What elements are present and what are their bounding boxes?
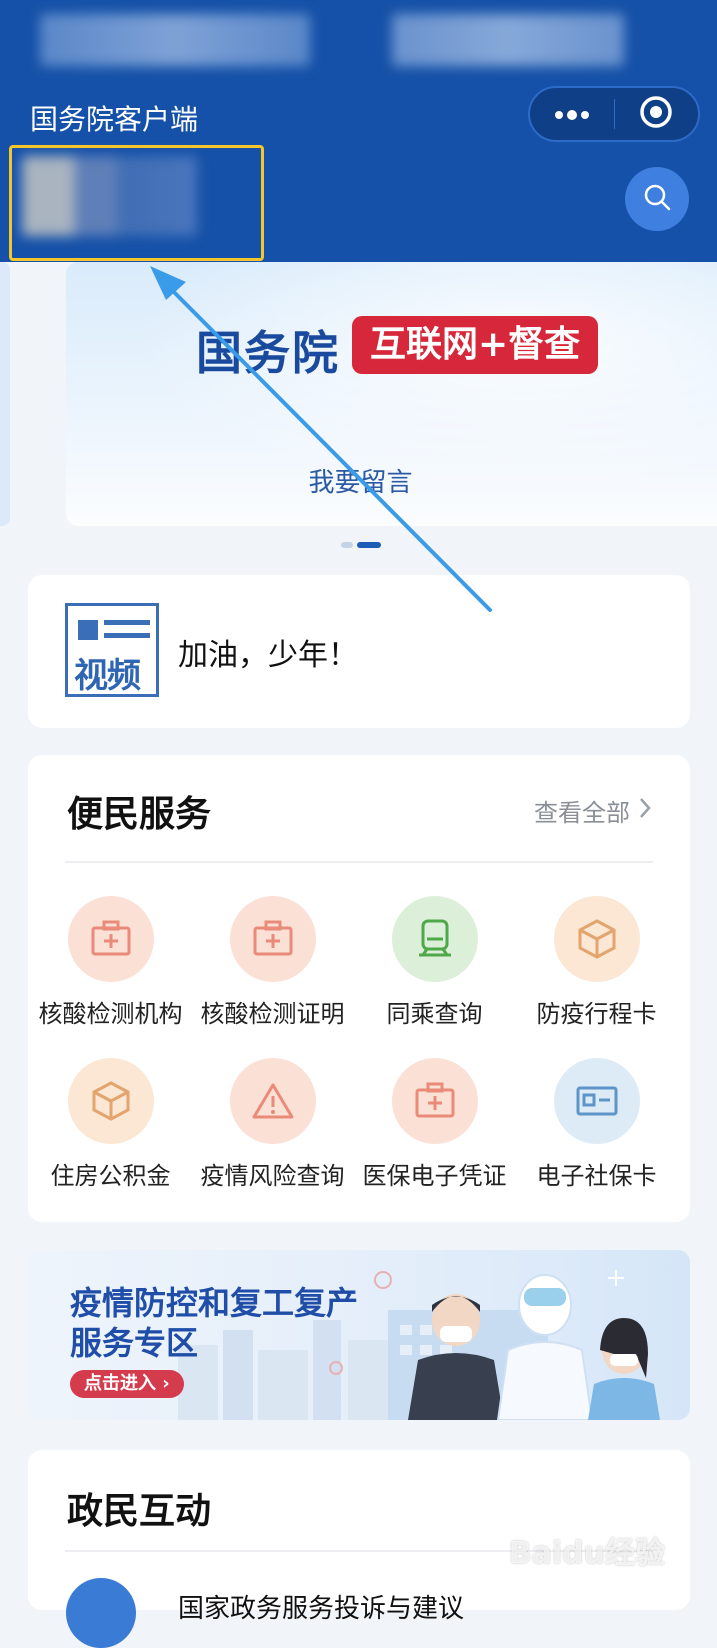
service-label: 核酸检测机构 <box>38 1000 183 1028</box>
video-card[interactable]: 视频 加油，少年！ <box>28 575 690 728</box>
interaction-item-icon[interactable] <box>66 1578 136 1648</box>
see-all-label: 查看全部 <box>534 799 630 827</box>
medical-kit-icon <box>391 1058 478 1144</box>
target-circle-icon <box>639 95 673 133</box>
interaction-title: 政民互动 <box>67 1491 212 1532</box>
interaction-item-text[interactable]: 国家政务服务投诉与建议 <box>178 1588 464 1625</box>
banner-title: 国务院 <box>196 326 340 380</box>
carousel-indicator <box>341 542 381 548</box>
service-label: 医保电子凭证 <box>362 1162 507 1190</box>
service-label: 防疫行程卡 <box>536 1000 657 1028</box>
id-card-icon <box>553 1058 640 1144</box>
status-bar-blur-left <box>40 14 310 66</box>
watermark: Baidu经验 <box>508 1536 665 1571</box>
service-label: 疫情风险查询 <box>200 1162 345 1190</box>
miniprogram-capsule <box>528 86 700 142</box>
medical-kit-icon <box>67 896 154 982</box>
see-all-link[interactable]: 查看全部 <box>534 793 652 828</box>
search-icon <box>642 182 672 216</box>
box-icon <box>553 896 640 982</box>
box-icon <box>67 1058 154 1144</box>
close-miniprogram-button[interactable] <box>615 88 699 140</box>
service-item[interactable]: 核酸检测证明 <box>190 896 355 1029</box>
services-title: 便民服务 <box>67 794 212 835</box>
video-icon: 视频 <box>65 603 159 697</box>
supervision-banner[interactable]: 国务院 互联网+督查 我要留言 <box>66 262 717 526</box>
epidemic-banner-line2: 服务专区 <box>70 1324 199 1362</box>
services-divider <box>65 861 653 863</box>
service-item[interactable]: 医保电子凭证 <box>352 1058 517 1191</box>
service-item[interactable]: 防疫行程卡 <box>514 896 679 1029</box>
status-bar-blur-right <box>392 14 624 66</box>
service-label: 同乘查询 <box>386 1000 483 1028</box>
service-item[interactable]: 核酸检测机构 <box>28 896 193 1029</box>
page-title: 国务院客户端 <box>30 103 199 136</box>
banner-tag: 互联网+督查 <box>352 316 599 374</box>
epidemic-service-banner[interactable]: 疫情防控和复工复产 服务专区 点击进入 › <box>28 1250 690 1420</box>
train-icon <box>391 896 478 982</box>
service-label: 核酸检测证明 <box>200 1000 345 1028</box>
previous-banner-peek[interactable] <box>0 262 10 526</box>
more-button[interactable] <box>530 88 614 140</box>
video-title: 加油，少年！ <box>178 638 358 673</box>
banner-link[interactable]: 我要留言 <box>66 462 717 499</box>
services-card: 便民服务 查看全部 核酸检测机构 核酸检测证明 同乘查询 防疫行程卡 住房公积金… <box>28 755 690 1222</box>
annotation-highlight-box <box>9 145 264 261</box>
service-label: 电子社保卡 <box>536 1162 657 1190</box>
more-dots-icon <box>554 105 590 124</box>
carousel-dot-1[interactable] <box>341 542 353 548</box>
video-icon-label: 视频 <box>74 656 141 696</box>
carousel-dot-2[interactable] <box>357 542 381 548</box>
medical-kit-icon <box>229 896 316 982</box>
service-item[interactable]: 电子社保卡 <box>514 1058 679 1191</box>
warning-icon <box>229 1058 316 1144</box>
app-header: 国务院客户端 <box>0 0 717 262</box>
search-button[interactable] <box>625 167 689 231</box>
service-item[interactable]: 住房公积金 <box>28 1058 193 1191</box>
service-label: 住房公积金 <box>50 1162 171 1190</box>
banner-link-text: 我要留言 <box>308 468 413 498</box>
enter-button[interactable]: 点击进入 › <box>70 1370 184 1398</box>
service-item[interactable]: 疫情风险查询 <box>190 1058 355 1191</box>
chevron-right-icon <box>638 796 652 826</box>
service-item[interactable]: 同乘查询 <box>352 896 517 1029</box>
